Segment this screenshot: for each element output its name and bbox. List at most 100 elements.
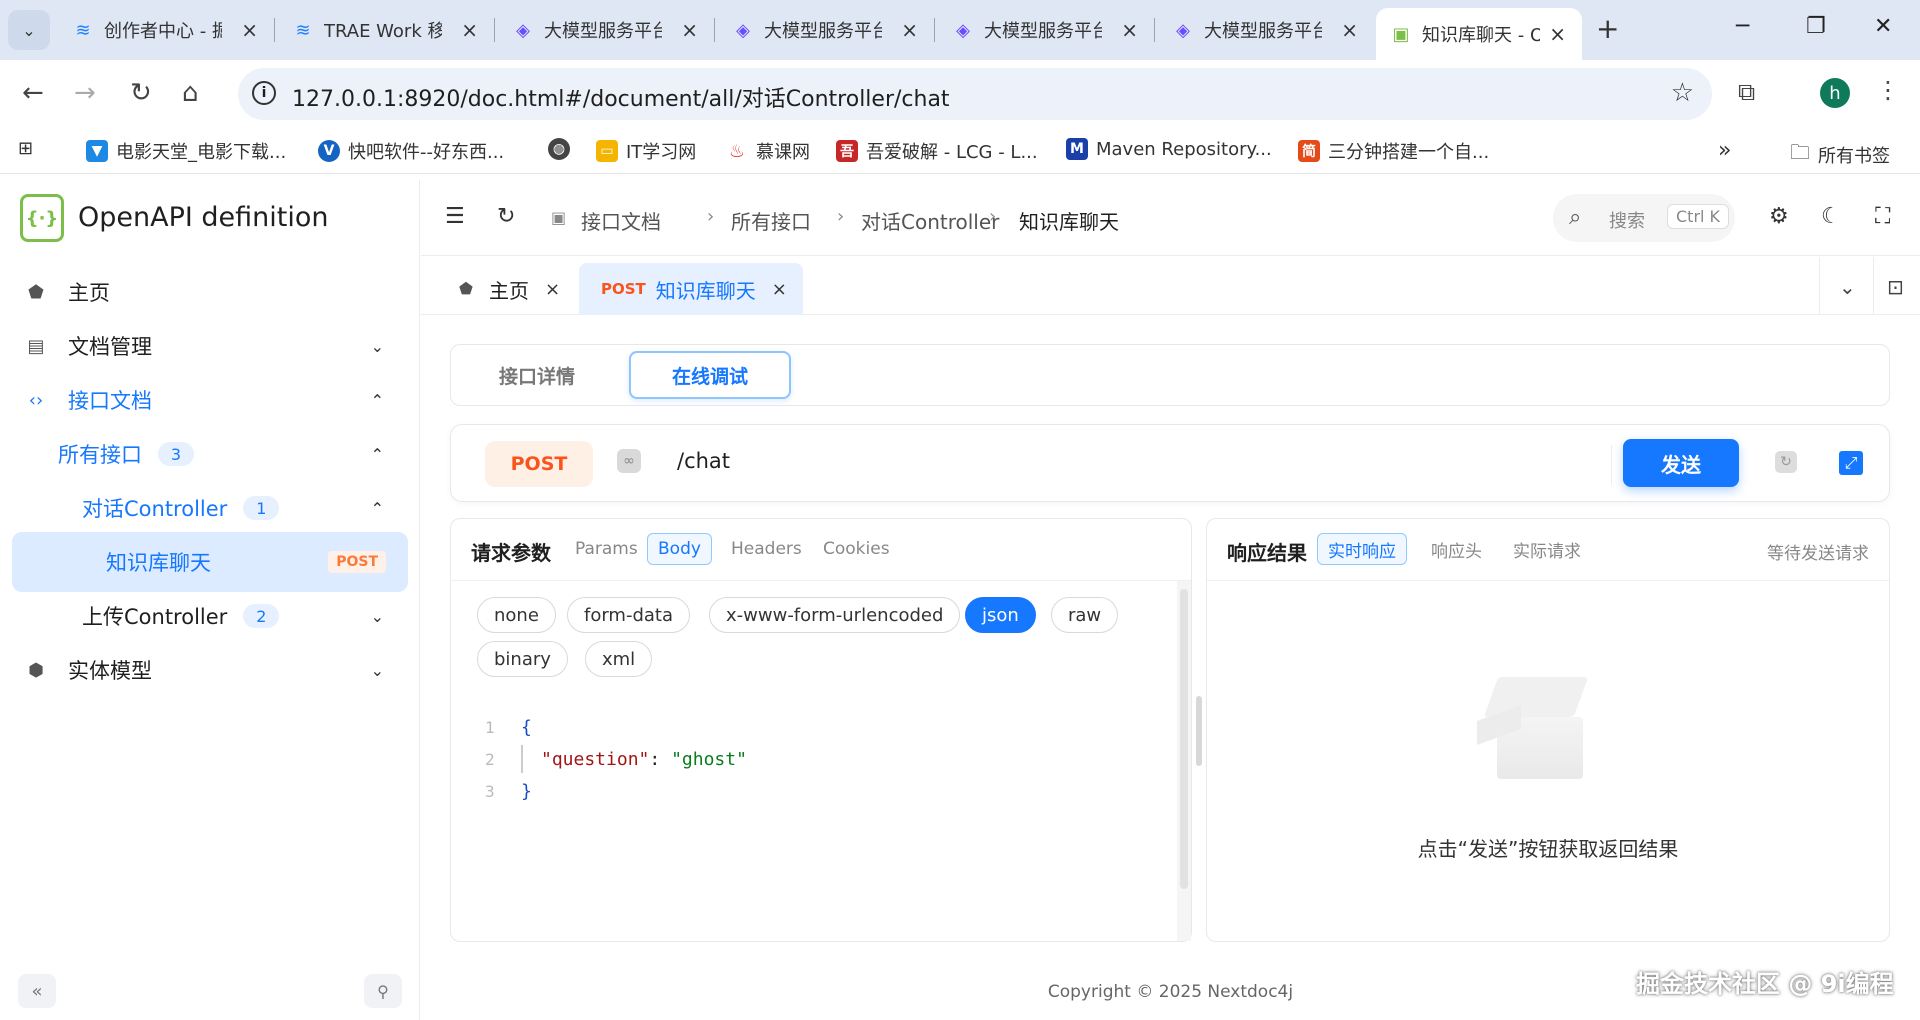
count-badge: 3 [158,442,194,466]
tab-actual-request[interactable]: 实际请求 [1503,533,1591,565]
editor-scrollbar[interactable] [1177,581,1191,941]
search-box[interactable]: ⌕ 搜索 Ctrl K [1553,194,1735,242]
bookmark-item[interactable]: 简 三分钟搭建一个自... [1298,138,1489,164]
sidebar-item-kb-chat[interactable]: 知识库聊天 POST [12,532,408,592]
bookmark-item[interactable]: ▭ IT学习网 [596,138,696,164]
response-status: 等待发送请求 [1767,544,1869,564]
main-header: ☰ ↻ ▣ 接口文档 › 所有接口 › 对话Controller › 知识库聊天… [421,180,1920,256]
browser-tab[interactable]: ◈ 大模型服务平台 × [938,8,1155,52]
apps-grid-icon[interactable]: ⊞ [18,138,33,159]
fullscreen-icon[interactable]: ⛶ [1875,204,1890,229]
link-icon[interactable]: ∞ [617,449,641,473]
tab-kb-chat[interactable]: POST 知识库聊天 × [579,263,803,315]
menu-toggle-icon[interactable]: ☰ [445,204,465,229]
browser-tab[interactable]: ◈ 大模型服务平台 × [1158,8,1374,52]
body-type-json[interactable]: json [965,597,1036,633]
bookmark-item[interactable]: M Maven Repository... [1066,138,1272,160]
close-icon[interactable]: × [545,279,560,300]
browser-tab[interactable]: ≋ 创作者中心 - 掘 × [58,8,275,52]
dark-mode-moon-icon[interactable]: ☾ [1821,204,1841,229]
body-type-form-data[interactable]: form-data [567,597,691,633]
panel-resize-handle[interactable] [1196,696,1202,766]
breadcrumb-item[interactable]: 所有接口 [731,206,811,235]
bookmark-item[interactable]: ♨ 慕课网 [726,138,810,164]
sidebar-item-entity-models[interactable]: ⬢ 实体模型 ⌄ [12,640,408,700]
sidebar-item-chat-controller[interactable]: 对话Controller 1 ⌃ [12,478,408,538]
tab-api-details[interactable]: 接口详情 [459,351,615,399]
home-icon[interactable]: ⌂ [182,78,199,108]
bookmark-item[interactable]: ◍ [548,138,578,160]
tab-body[interactable]: Body [647,533,712,565]
browser-tab[interactable]: ◈ 大模型服务平台 × [718,8,935,52]
tab-home[interactable]: ⬟ 主页 × [459,263,560,315]
close-icon[interactable]: × [1121,18,1138,42]
sidebar-item-upload-controller[interactable]: 上传Controller 2 ⌄ [12,586,408,646]
settings-gear-icon[interactable]: ⚙ [1769,204,1789,229]
bookmark-item[interactable]: V 快吧软件--好东西... [318,138,504,164]
reset-icon[interactable]: ↻ [1775,451,1797,473]
new-tab-icon[interactable]: + [1596,12,1619,45]
close-icon[interactable]: × [681,18,698,42]
close-icon[interactable]: × [1549,22,1566,46]
forward-icon[interactable]: → [74,78,96,108]
back-icon[interactable]: ← [22,78,44,108]
breadcrumb-item[interactable]: 接口文档 [581,206,661,235]
body-type-raw[interactable]: raw [1051,597,1119,633]
body-type-xml[interactable]: xml [585,641,653,677]
chevron-down-icon[interactable]: ⌄ [1839,275,1856,299]
tab-realtime-response[interactable]: 实时响应 [1317,533,1407,565]
reload-icon[interactable]: ↻ [130,78,152,108]
close-icon[interactable]: × [241,18,258,42]
close-icon[interactable]: × [1341,18,1358,42]
stream-mode-icon[interactable]: ⤢ [1839,451,1863,475]
openapi-icon: ▣ [1392,23,1410,45]
body-type-urlencoded[interactable]: x-www-form-urlencoded [709,597,961,633]
address-bar[interactable]: i 127.0.0.1:8920/doc.html#/document/all/… [238,68,1712,120]
sidebar-item-home[interactable]: ⬟ 主页 [12,262,408,322]
browser-tab-active[interactable]: ▣ 知识库聊天 - O × [1376,8,1582,60]
collapse-sidebar-icon[interactable]: « [18,974,56,1008]
bookmark-item[interactable]: 吾 吾爱破解 - LCG - L... [836,138,1038,164]
restore-icon[interactable]: ❐ [1806,14,1826,39]
tab-response-headers[interactable]: 响应头 [1421,533,1492,565]
extensions-icon[interactable]: ⧉ [1738,78,1755,106]
app-sidebar: {·} OpenAPI definition ⬟ 主页 ▤ 文档管理 ⌄ ‹› … [0,180,420,1020]
body-type-binary[interactable]: binary [477,641,568,677]
cube-icon: ◈ [736,19,750,41]
window-close-icon[interactable]: ✕ [1874,14,1892,39]
sidebar-item-all-apis[interactable]: 所有接口 3 ⌃ [12,424,408,484]
site-info-icon[interactable]: i [252,81,276,105]
minimize-icon[interactable]: ─ [1736,14,1749,39]
browser-menu-icon[interactable]: ⋮ [1876,76,1900,104]
tab-online-debug[interactable]: 在线调试 [629,351,791,399]
breadcrumb-separator: › [707,206,715,227]
browser-tab[interactable]: ◈ 大模型服务平台 × [498,8,715,52]
focus-mode-icon[interactable]: ⊡ [1887,275,1904,299]
tab-search-chevron-icon[interactable]: ⌄ [8,10,50,50]
request-path-input[interactable]: /chat [677,449,730,473]
tab-params[interactable]: Params [565,533,648,565]
browser-tab[interactable]: ≋ TRAE Work 移 × [278,8,495,52]
bookmark-item[interactable]: ▼ 电影天堂_电影下载... [86,138,286,164]
close-icon[interactable]: × [901,18,918,42]
breadcrumb-item[interactable]: 对话Controller [861,206,999,235]
body-type-none[interactable]: none [477,597,556,633]
close-icon[interactable]: × [461,18,478,42]
bookmark-star-icon[interactable]: ☆ [1671,78,1694,108]
pin-icon[interactable]: ⚲ [364,974,402,1008]
refresh-icon[interactable]: ↻ [497,204,515,229]
tab-cookies[interactable]: Cookies [813,533,900,565]
url-text[interactable]: 127.0.0.1:8920/doc.html#/document/all/对话… [292,81,950,113]
more-bookmarks-icon[interactable]: » [1718,138,1731,163]
profile-avatar[interactable]: h [1820,78,1850,108]
send-button[interactable]: 发送 [1623,439,1739,487]
code-icon: ‹› [28,389,44,411]
method-select[interactable]: POST [485,441,593,487]
all-bookmarks[interactable]: 🗀 所有书签 [1790,138,1890,172]
json-editor[interactable]: 1 { 2 "question": "ghost" 3 } [485,711,747,807]
close-icon[interactable]: × [772,279,787,300]
sidebar-item-api-docs[interactable]: ‹› 接口文档 ⌃ [12,370,408,430]
tab-headers[interactable]: Headers [721,533,812,565]
code-line: 1 { [485,716,532,738]
sidebar-item-doc-management[interactable]: ▤ 文档管理 ⌄ [12,316,408,376]
